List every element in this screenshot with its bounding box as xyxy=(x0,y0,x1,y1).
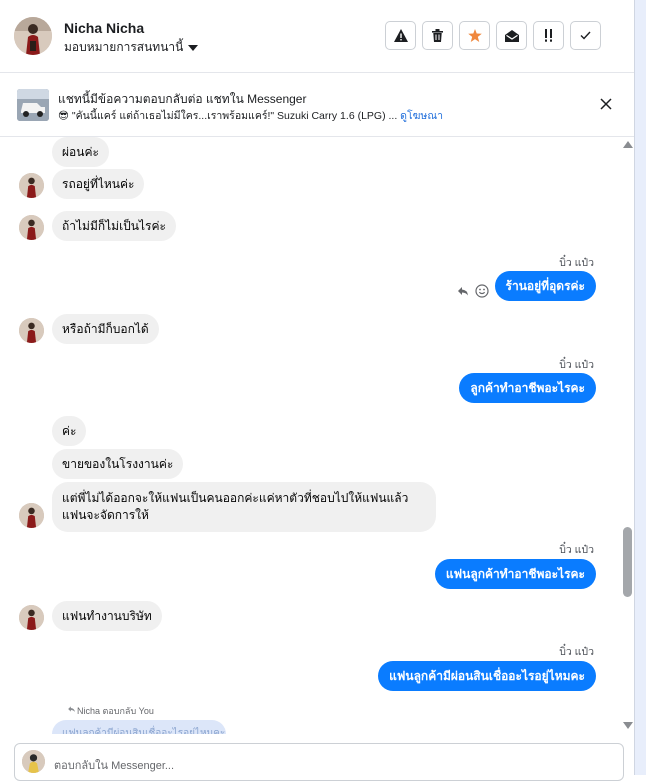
react-emoji-icon[interactable] xyxy=(475,284,489,298)
assign-conversation-dropdown[interactable]: มอบหมายการสนทนานี้ xyxy=(64,38,199,57)
ad-thumbnail[interactable] xyxy=(17,89,49,121)
message-outgoing[interactable]: ลูกค้าทำอาชีพอะไรคะ xyxy=(459,373,596,403)
sender-name: บิ๋ว แป๋ว xyxy=(559,646,594,658)
delete-button[interactable] xyxy=(422,21,453,50)
contact-avatar-small[interactable] xyxy=(19,215,44,240)
star-icon xyxy=(467,29,482,42)
message-scrollbar[interactable] xyxy=(620,137,634,734)
view-ad-link[interactable]: ดูโฆษณา xyxy=(400,110,443,122)
reply-preview-text: แฟนลูกค้ามีผ่อนสินเชื่ออะไรอยู่ไหมคะ xyxy=(62,728,226,734)
reply-composer[interactable]: ตอบกลับใน Messenger... xyxy=(14,743,624,781)
message-incoming[interactable]: ผ่อนค่ะ xyxy=(52,137,109,167)
message-incoming[interactable]: ถ้าไม่มีก็ไม่เป็นไรค่ะ xyxy=(52,211,176,241)
contact-name[interactable]: Nicha Nicha xyxy=(64,20,144,36)
ad-headline: "คันนี้แคร์ แต่ถ้าเธอไม่มีใคร...เราพร้อม… xyxy=(71,110,398,122)
scroll-down-arrow-icon[interactable] xyxy=(623,722,633,729)
message-list: ผ่อนค่ะ รถอยู่ที่ไหนค่ะ ถ้าไม่มีก็ไม่เป็… xyxy=(0,137,620,734)
message-incoming[interactable]: ขายของในโรงงานค่ะ xyxy=(52,449,184,479)
reply-arrow-icon xyxy=(68,706,75,712)
reply-note: Nicha ตอบกลับ You xyxy=(77,706,154,716)
scroll-thumb[interactable] xyxy=(623,527,632,597)
conversation-actions xyxy=(385,21,601,50)
reply-icon[interactable] xyxy=(457,285,469,297)
conversation-panel: Nicha Nicha มอบหมายการสนทนานี้ แชทนี้มีข… xyxy=(0,0,634,781)
assign-label: มอบหมายการสนทนานี้ xyxy=(64,40,184,54)
warning-icon xyxy=(393,29,408,42)
star-button[interactable] xyxy=(459,21,490,50)
message-outgoing[interactable]: แฟนลูกค้าทำอาชีพอะไรคะ xyxy=(434,559,596,589)
message-outgoing[interactable]: ร้านอยู่ที่อุดรค่ะ xyxy=(494,271,596,301)
mark-unread-button[interactable] xyxy=(496,21,527,50)
check-icon xyxy=(580,31,591,40)
conversation-header: Nicha Nicha มอบหมายการสนทนานี้ xyxy=(0,0,634,73)
contact-avatar-small[interactable] xyxy=(19,173,44,198)
follow-up-button[interactable] xyxy=(533,21,564,50)
message-incoming[interactable]: แฟนทำงานบริษัท xyxy=(52,601,162,631)
caret-down-icon xyxy=(188,45,199,51)
contact-avatar-small[interactable] xyxy=(19,503,44,528)
done-button[interactable] xyxy=(570,21,601,50)
trash-icon xyxy=(432,29,443,42)
banner-subtitle: 😎 "คันนี้แคร์ แต่ถ้าเธอไม่มีใคร...เราพร้… xyxy=(58,107,443,124)
window-edge xyxy=(634,0,646,775)
sender-name: บิ๋ว แป๋ว xyxy=(559,544,594,556)
page-avatar xyxy=(22,750,45,773)
spam-button[interactable] xyxy=(385,21,416,50)
reply-preview[interactable]: แฟนลูกค้ามีผ่อนสินเชื่ออะไรอยู่ไหมคะ xyxy=(52,720,226,734)
message-incoming[interactable]: แต่พี่ไม่ได้ออกจะให้แฟนเป็นคนออกค่ะแค่หา… xyxy=(52,482,436,532)
contact-avatar-small[interactable] xyxy=(19,605,44,630)
sender-name: บิ๋ว แป๋ว xyxy=(559,359,594,371)
close-icon[interactable] xyxy=(596,94,616,114)
double-exclamation-icon xyxy=(544,29,552,42)
ad-context-banner: แชทนี้มีข้อความตอบกลับต่อ แชทใน Messenge… xyxy=(0,73,634,137)
message-outgoing[interactable]: แฟนลูกค้ามีผ่อนสินเชื่ออะไรอยู่ไหมคะ xyxy=(378,661,596,691)
scroll-up-arrow-icon[interactable] xyxy=(623,141,633,148)
message-incoming[interactable]: หรือถ้ามีก็บอกได้ xyxy=(52,314,159,344)
envelope-open-icon xyxy=(504,29,519,42)
contact-avatar[interactable] xyxy=(14,17,52,55)
composer-placeholder[interactable]: ตอบกลับใน Messenger... xyxy=(54,756,174,774)
message-incoming[interactable]: รถอยู่ที่ไหนค่ะ xyxy=(52,169,145,199)
message-incoming[interactable]: ค่ะ xyxy=(52,416,87,446)
contact-avatar-small[interactable] xyxy=(19,318,44,343)
sunglasses-emoji: 😎 xyxy=(58,110,69,122)
sender-name: บิ๋ว แป๋ว xyxy=(559,257,594,269)
